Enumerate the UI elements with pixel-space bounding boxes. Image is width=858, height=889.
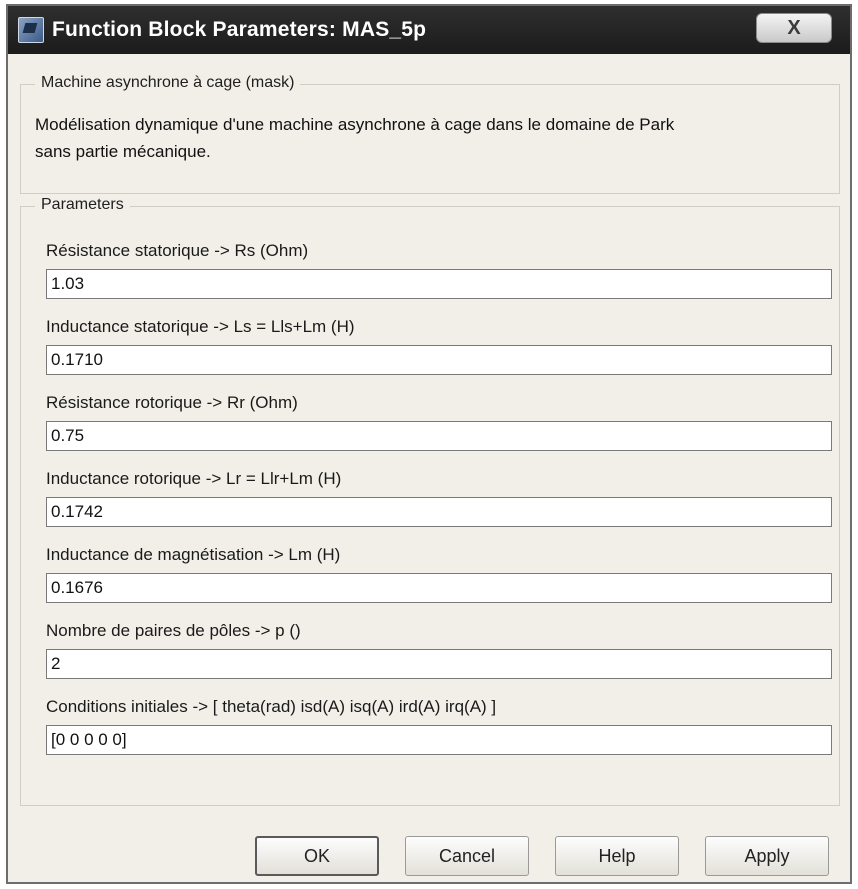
rr-input[interactable]: 0.75	[46, 421, 832, 451]
lr-label: Inductance rotorique -> Lr = Llr+Lm (H)	[46, 469, 342, 488]
rs-label: Résistance statorique -> Rs (Ohm)	[46, 241, 309, 260]
lm-label: Inductance de magnétisation -> Lm (H)	[46, 545, 341, 564]
close-button[interactable]: X	[756, 13, 832, 43]
mask-group-legend: Machine asynchrone à cage (mask)	[35, 74, 301, 92]
lm-input[interactable]: 0.1676	[46, 573, 832, 603]
ls-label: Inductance statorique -> Ls = Lls+Lm (H)	[46, 317, 355, 336]
initial-conditions-label: Conditions initiales -> [ theta(rad) isd…	[46, 697, 497, 716]
pole-pairs-input[interactable]: 2	[46, 649, 832, 679]
ls-input[interactable]: 0.1710	[46, 345, 832, 375]
ok-button[interactable]: OK	[255, 836, 379, 876]
mask-description-group: Machine asynchrone à cage (mask) Modélis…	[20, 74, 840, 194]
rs-input[interactable]: 1.03	[46, 269, 832, 299]
mask-description: Modélisation dynamique d'une machine asy…	[35, 111, 825, 165]
close-icon: X	[787, 16, 801, 39]
simulink-block-icon	[18, 17, 44, 43]
rr-label: Résistance rotorique -> Rr (Ohm)	[46, 393, 298, 412]
title-bar[interactable]: Function Block Parameters: MAS_5p X	[8, 6, 850, 54]
cancel-button[interactable]: Cancel	[405, 836, 529, 876]
help-button[interactable]: Help	[555, 836, 679, 876]
mask-description-line2: sans partie mécanique.	[35, 142, 211, 161]
mask-description-line1: Modélisation dynamique d'une machine asy…	[35, 115, 675, 134]
apply-button[interactable]: Apply	[705, 836, 829, 876]
initial-conditions-input[interactable]: [0 0 0 0 0]	[46, 725, 832, 755]
parameters-group-legend: Parameters	[35, 196, 130, 214]
dialog-window: Function Block Parameters: MAS_5p X Mach…	[6, 4, 852, 884]
pole-pairs-label: Nombre de paires de pôles -> p ()	[46, 621, 301, 640]
lr-input[interactable]: 0.1742	[46, 497, 832, 527]
window-title: Function Block Parameters: MAS_5p	[52, 18, 427, 41]
